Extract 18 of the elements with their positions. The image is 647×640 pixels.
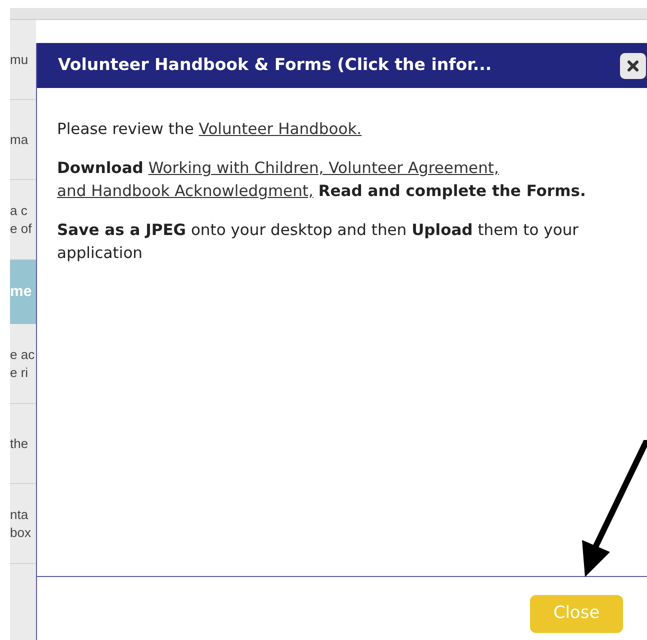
close-icon[interactable] — [620, 52, 646, 78]
instruction-text: Save as a JPEG onto your desktop and then Upload them to your application — [57, 220, 580, 264]
background-text: nta — [10, 506, 30, 524]
background-text: e ri — [10, 364, 30, 382]
instruction-text: Please review the Volunteer Handbook. — [57, 119, 363, 140]
background-text: ma — [10, 130, 30, 148]
background-text: mu — [10, 50, 30, 68]
document-link[interactable]: Working with Children, Volunteer Agreement, — [148, 159, 499, 177]
background-text: a c — [10, 202, 28, 220]
background-text: e ac — [10, 346, 36, 364]
background-text: the — [10, 434, 30, 452]
background-text: box — [10, 524, 32, 542]
dialog-title: Volunteer Handbook & Forms (Click the infor... — [58, 54, 492, 76]
instruction-text: Download Working with Children, Volunteer Agreement, and Handbook Acknowledgment, Read and complete the Forms. — [57, 158, 587, 202]
background-text: me — [10, 283, 33, 301]
document-link[interactable]: Volunteer Handbook. — [198, 120, 362, 138]
document-link[interactable]: and Handbook Acknowledgment, — [57, 182, 314, 200]
background-text: e of — [10, 220, 33, 238]
